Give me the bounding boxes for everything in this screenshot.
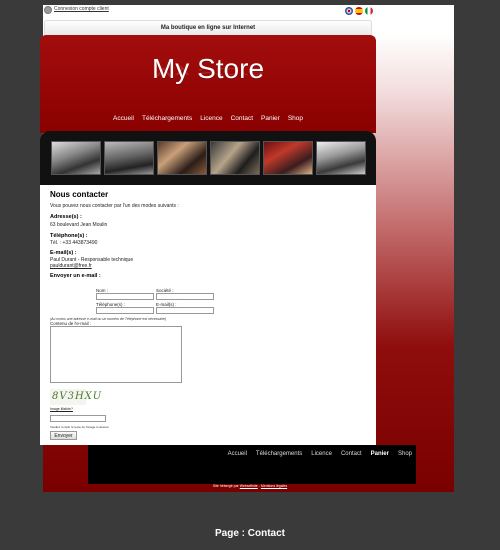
photo-2 bbox=[103, 141, 154, 175]
captcha-image: 8V3HXU bbox=[50, 389, 101, 405]
hosting-credit: Site hébergé par Webselfsite - Mentions … bbox=[0, 484, 500, 488]
name-field[interactable] bbox=[96, 293, 154, 300]
nav-item-shop[interactable]: Shop bbox=[288, 115, 303, 122]
address-value: 63 boulevard Jean Moulin bbox=[50, 222, 108, 228]
content-area: Nous contacter Vous pouvez nous contacte… bbox=[40, 185, 376, 445]
user-icon bbox=[44, 6, 52, 14]
captcha-note: Veuillez remplir le texte de l'image ci-… bbox=[50, 425, 109, 429]
photo-5 bbox=[262, 141, 313, 175]
captcha-input[interactable] bbox=[50, 415, 106, 422]
company-field[interactable] bbox=[156, 293, 214, 300]
login-link[interactable]: Connexion compte client bbox=[54, 6, 109, 12]
nav-item-accueil[interactable]: Accueil bbox=[113, 115, 134, 122]
topbar: Connexion compte client bbox=[44, 5, 374, 19]
site-footer: Accueil Téléchargements Licence Contact … bbox=[88, 445, 416, 484]
legal-link[interactable]: Mentions légales bbox=[261, 484, 287, 488]
nav-item-contact[interactable]: Contact bbox=[231, 115, 253, 122]
footer-nav-licence[interactable]: Licence bbox=[311, 451, 332, 457]
address-label: Adresse(s) : bbox=[50, 214, 82, 220]
captcha-refresh-link[interactable]: Image illisible? bbox=[50, 407, 73, 411]
nav-item-panier[interactable]: Panier bbox=[261, 115, 280, 122]
send-email-label: Envoyer un e-mail : bbox=[50, 273, 101, 279]
footer-nav-panier[interactable]: Panier bbox=[371, 451, 389, 457]
email-label: E-mail(s) : bbox=[50, 250, 77, 256]
footer-nav: Accueil Téléchargements Licence Contact … bbox=[228, 451, 412, 457]
photo-6 bbox=[315, 141, 366, 175]
phone-value: Tél. : +33 443873490 bbox=[50, 240, 98, 246]
flag-english-icon[interactable] bbox=[345, 7, 353, 15]
phone-label: Téléphone(s) : bbox=[50, 233, 88, 239]
tagline-bar: Ma boutique en ligne sur Internet bbox=[44, 20, 372, 36]
send-button[interactable]: Envoyer bbox=[50, 431, 77, 440]
page-heading: Nous contacter bbox=[50, 190, 109, 199]
flag-italian-icon[interactable] bbox=[365, 7, 373, 15]
page-caption: Page : Contact bbox=[214, 528, 285, 539]
flag-spanish-icon[interactable] bbox=[355, 7, 363, 15]
phone-field[interactable] bbox=[96, 307, 154, 314]
email-address-link[interactable]: pauldurant@free.fr bbox=[50, 263, 92, 269]
main-nav: Accueil Téléchargements Licence Contact … bbox=[40, 115, 376, 122]
footer-nav-contact[interactable]: Contact bbox=[341, 451, 362, 457]
photo-4 bbox=[209, 141, 260, 175]
photo-3 bbox=[156, 141, 207, 175]
message-textarea[interactable] bbox=[50, 326, 182, 383]
footer-nav-shop[interactable]: Shop bbox=[398, 451, 412, 457]
site-header: My Store My Store Accueil Téléchargement… bbox=[40, 35, 376, 133]
language-flags bbox=[345, 7, 373, 15]
photo-strip bbox=[40, 131, 376, 185]
credit-prefix: Site hébergé par bbox=[212, 484, 239, 488]
tagline: Ma boutique en ligne sur Internet bbox=[160, 25, 256, 31]
nav-item-telechargements[interactable]: Téléchargements bbox=[142, 115, 192, 122]
nav-item-licence[interactable]: Licence bbox=[200, 115, 222, 122]
host-link[interactable]: Webselfsite bbox=[240, 484, 258, 488]
photo-1 bbox=[50, 141, 101, 175]
email-field[interactable] bbox=[156, 307, 214, 314]
intro-text: Vous pouvez nous contacter par l'un des … bbox=[50, 203, 179, 209]
store-title-reflection: My Store bbox=[151, 65, 265, 79]
footer-nav-telechargements[interactable]: Téléchargements bbox=[256, 451, 302, 457]
footer-nav-accueil[interactable]: Accueil bbox=[228, 451, 247, 457]
